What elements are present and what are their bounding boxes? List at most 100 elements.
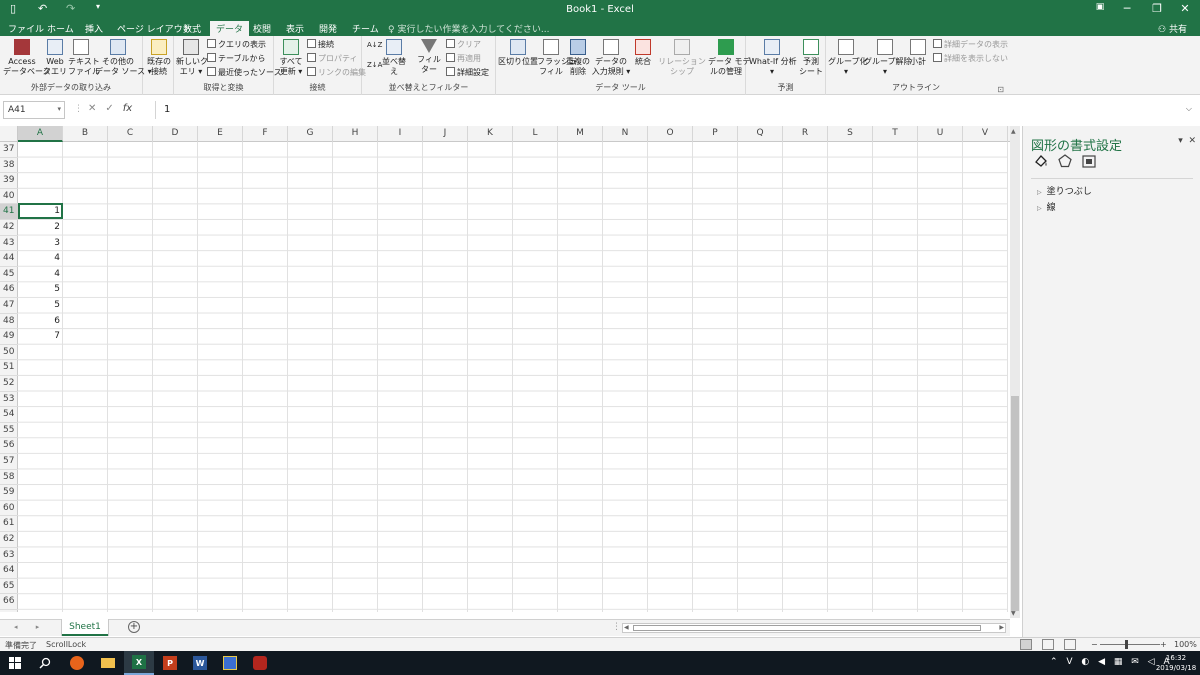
row-header-38[interactable]: 38	[0, 158, 18, 174]
properties-button[interactable]: プロパティ	[307, 53, 358, 65]
minimize-button[interactable]: ─	[1112, 2, 1142, 15]
cell-a49[interactable]: 7	[18, 329, 62, 345]
tab-view[interactable]: 表示	[286, 22, 304, 35]
new-query-button[interactable]: 新しいク エリ ▾	[176, 39, 208, 77]
tell-me-search[interactable]: ♀ 実行したい作業を入力してください...	[388, 22, 550, 35]
column-header-r[interactable]: R	[783, 126, 828, 142]
connections-button[interactable]: 接続	[307, 39, 334, 51]
row-header-63[interactable]: 63	[0, 548, 18, 564]
consolidate-button[interactable]: 統合	[632, 39, 654, 67]
hscroll-thumb[interactable]	[633, 625, 981, 631]
row-header-41[interactable]: 41	[0, 204, 18, 220]
refresh-all-button[interactable]: すべて 更新 ▾	[278, 39, 304, 77]
windows-start-button[interactable]	[0, 651, 30, 675]
sheet-nav-arrows[interactable]: ◂ ▸	[14, 623, 47, 631]
row-header-57[interactable]: 57	[0, 454, 18, 470]
zoom-slider[interactable]	[1100, 644, 1160, 645]
vertical-scrollbar[interactable]: ▲ ▼	[1010, 126, 1020, 618]
taskbar-powerpoint[interactable]: P	[155, 651, 185, 675]
reapply-button[interactable]: 再適用	[446, 53, 481, 65]
insert-function-icon[interactable]: fx	[123, 103, 132, 114]
normal-view-icon[interactable]	[1020, 639, 1032, 650]
effects-icon[interactable]	[1057, 153, 1073, 169]
size-properties-icon[interactable]	[1081, 153, 1097, 169]
filter-button[interactable]: フィルター	[414, 39, 444, 75]
row-header-46[interactable]: 46	[0, 282, 18, 298]
tab-page-layout[interactable]: ページ レイアウト	[117, 22, 192, 35]
pane-options-icon[interactable]: ▾	[1178, 136, 1183, 146]
row-header-43[interactable]: 43	[0, 236, 18, 252]
scroll-up-icon[interactable]: ▲	[1011, 128, 1016, 135]
row-header-64[interactable]: 64	[0, 563, 18, 579]
row-header-55[interactable]: 55	[0, 423, 18, 439]
sheet-tab[interactable]: Sheet1	[62, 619, 108, 636]
add-sheet-button[interactable]: +	[128, 621, 140, 633]
row-header-44[interactable]: 44	[0, 251, 18, 267]
row-header-51[interactable]: 51	[0, 360, 18, 376]
select-all-corner[interactable]	[0, 126, 18, 142]
taskbar-search-button[interactable]	[30, 651, 60, 675]
enter-icon[interactable]: ✓	[105, 103, 122, 114]
share-button[interactable]: ⚇ 共有	[1158, 22, 1187, 35]
tab-formulas[interactable]: 数式	[183, 22, 201, 35]
column-header-b[interactable]: B	[63, 126, 108, 142]
hide-detail-button[interactable]: 詳細を表示しない	[933, 53, 1008, 65]
tab-review[interactable]: 校閲	[253, 22, 271, 35]
horizontal-scrollbar[interactable]: ◀ ▶	[622, 623, 1006, 633]
edit-links-button[interactable]: リンクの編集	[307, 67, 366, 79]
column-header-n[interactable]: N	[603, 126, 648, 142]
web-query-button[interactable]: Web クエリ	[43, 39, 67, 77]
data-validation-button[interactable]: データの 入力規則 ▾	[591, 39, 631, 77]
cell-a42[interactable]: 2	[18, 220, 62, 236]
relationships-button[interactable]: リレーションシップ	[656, 39, 708, 77]
column-header-p[interactable]: P	[693, 126, 738, 142]
flash-fill-button[interactable]: フラッシュ フィル	[537, 39, 577, 77]
close-button[interactable]: ✕	[1170, 2, 1200, 15]
row-header-62[interactable]: 62	[0, 532, 18, 548]
line-section[interactable]: ▷ 線	[1037, 200, 1056, 213]
data-model-button[interactable]: データ モデ ルの管理	[708, 39, 751, 77]
formula-input[interactable]: 1 ⌵	[155, 101, 1198, 119]
column-header-e[interactable]: E	[198, 126, 243, 142]
row-header-60[interactable]: 60	[0, 501, 18, 517]
ungroup-button[interactable]: グループ解除 ▾	[864, 39, 912, 77]
show-detail-button[interactable]: 詳細データの表示	[933, 39, 1008, 51]
scroll-left-icon[interactable]: ◀	[624, 624, 629, 631]
column-header-h[interactable]: H	[333, 126, 378, 142]
column-header-l[interactable]: L	[513, 126, 558, 142]
sort-button[interactable]: 並べ替え	[380, 39, 408, 77]
forecast-sheet-button[interactable]: 予測 シート	[798, 39, 824, 77]
scroll-thumb[interactable]	[1011, 396, 1019, 611]
row-header-45[interactable]: 45	[0, 267, 18, 283]
column-header-u[interactable]: U	[918, 126, 963, 142]
ribbon-display-button[interactable]: ▣	[1085, 2, 1115, 12]
tab-data[interactable]: データ	[210, 21, 250, 36]
row-header-48[interactable]: 48	[0, 314, 18, 330]
splitter-icon[interactable]: ⋮	[74, 104, 83, 114]
worksheet-grid[interactable]: 37 38 39 40 41 42 43 44 45 46 47 48 49 50 51 52 53 54 55 56…	[0, 142, 1008, 612]
row-header-52[interactable]: 52	[0, 376, 18, 392]
fill-line-icon[interactable]	[1033, 153, 1049, 169]
row-header-49[interactable]: 49	[0, 329, 18, 345]
column-header-o[interactable]: O	[648, 126, 693, 142]
show-queries-button[interactable]: クエリの表示	[207, 39, 266, 51]
cell-a48[interactable]: 6	[18, 314, 62, 330]
tab-insert[interactable]: 挿入	[85, 22, 103, 35]
page-layout-view-icon[interactable]	[1042, 639, 1054, 650]
dialog-launcher-icon[interactable]: ⊡	[997, 85, 1004, 94]
column-header-v[interactable]: V	[963, 126, 1008, 142]
what-if-button[interactable]: What-If 分析 ▾	[749, 39, 797, 77]
row-header-66[interactable]: 66	[0, 594, 18, 610]
row-header-53[interactable]: 53	[0, 392, 18, 408]
column-header-d[interactable]: D	[153, 126, 198, 142]
text-file-button[interactable]: テキスト ファイル	[68, 39, 100, 77]
row-header-37[interactable]: 37	[0, 142, 18, 158]
row-header-58[interactable]: 58	[0, 470, 18, 486]
scroll-right-icon[interactable]: ▶	[999, 624, 1004, 631]
scroll-down-icon[interactable]: ▼	[1011, 610, 1016, 617]
group-button[interactable]: グループ化 ▾	[828, 39, 868, 77]
clock[interactable]: 16:32 2019/03/18	[1155, 653, 1197, 673]
cell-a47[interactable]: 5	[18, 298, 62, 314]
tab-team[interactable]: チーム	[352, 22, 379, 35]
tab-home[interactable]: ホーム	[47, 22, 74, 35]
